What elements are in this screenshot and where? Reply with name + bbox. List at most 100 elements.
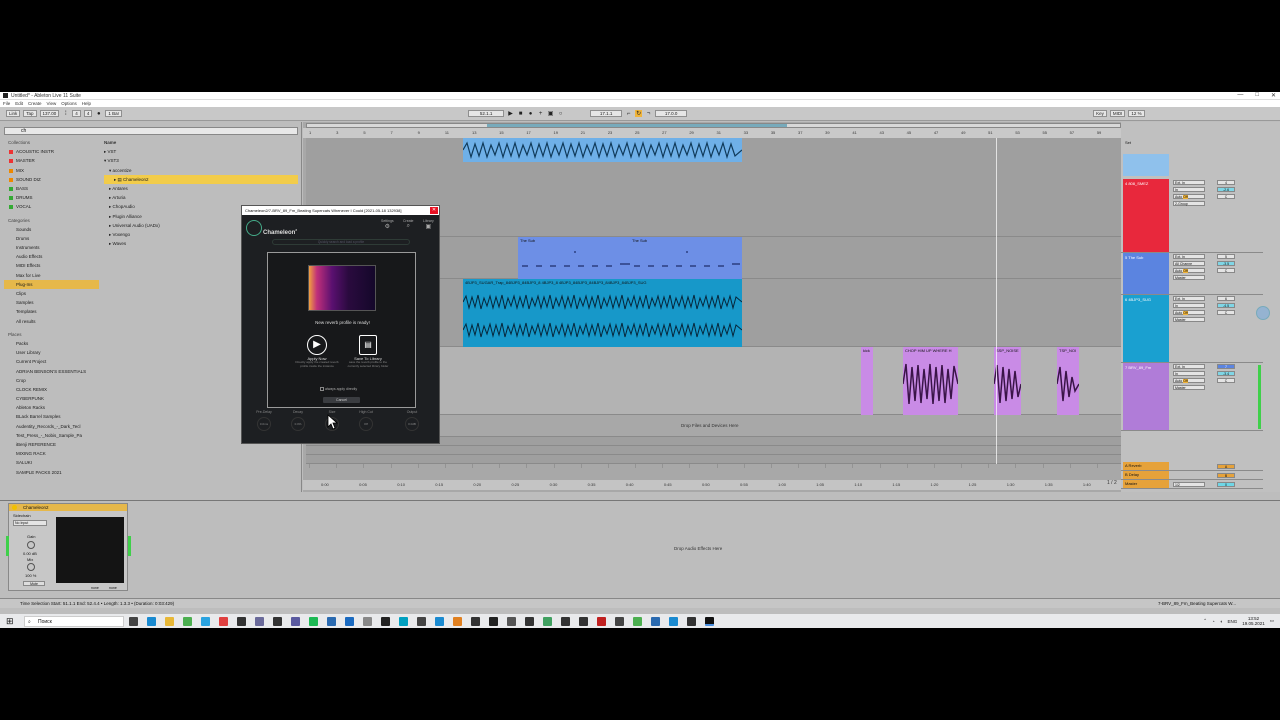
category-samples[interactable]: Samples — [4, 298, 99, 307]
app-icon[interactable] — [380, 616, 390, 626]
category-plug-ins[interactable]: Plug-Ins — [4, 279, 99, 289]
category-templates[interactable]: Templates — [4, 307, 99, 316]
time-ruler[interactable]: 0:00 0:05 0:10 0:15 0:20 0:25 0:30 0:35 0:40 0:45… — [303, 480, 1121, 490]
track-header[interactable]: A Reverb — [1123, 462, 1169, 470]
app-icon[interactable] — [596, 616, 606, 626]
app-icon[interactable] — [488, 616, 498, 626]
loop-switch-icon[interactable]: ↻ — [635, 110, 643, 117]
app-icon[interactable] — [452, 616, 462, 626]
place-item[interactable]: CLOCK REMIX — [4, 385, 99, 394]
ableton-icon[interactable] — [704, 616, 714, 626]
tempo-field[interactable]: 137.00 — [39, 110, 60, 117]
chrome-icon[interactable] — [182, 616, 192, 626]
input-channel[interactable]: In — [1173, 371, 1205, 376]
language-indicator[interactable]: ENG — [1227, 619, 1237, 624]
notification-icon[interactable]: ▭ — [1270, 618, 1274, 624]
scroll-handle-icon[interactable] — [1256, 306, 1270, 320]
app-icon[interactable] — [272, 616, 282, 626]
app-icon[interactable] — [290, 616, 300, 626]
app-icon[interactable] — [650, 616, 660, 626]
nav-library[interactable]: Library ▣ — [423, 219, 434, 230]
track-pan[interactable]: C — [1217, 310, 1235, 315]
place-item[interactable]: Packs — [4, 339, 99, 348]
app-icon[interactable] — [560, 616, 570, 626]
minimize-button[interactable]: — — [1237, 92, 1243, 99]
audio-clip-ssp-noise[interactable]: SSP_NOISE — [994, 347, 1021, 415]
app-icon[interactable] — [398, 616, 408, 626]
track-header[interactable]: 5 The Sub — [1123, 253, 1169, 294]
telegram-icon[interactable] — [200, 616, 210, 626]
app-icon[interactable] — [542, 616, 552, 626]
monitor-select[interactable]: Auto Off — [1173, 194, 1205, 199]
mix-knob[interactable] — [27, 563, 35, 571]
track-header[interactable]: 7 BRV_89_Fm — [1123, 363, 1169, 430]
knob-predelay[interactable]: Pre-Delay 0.0ms — [252, 410, 276, 431]
input-type[interactable]: Ext. In — [1173, 364, 1205, 369]
edge-icon[interactable] — [668, 616, 678, 626]
track-volume[interactable]: -3.5 — [1217, 261, 1235, 266]
power-icon[interactable] — [12, 505, 17, 510]
automation-arm-icon[interactable]: ▣ — [547, 110, 554, 117]
monitor-select[interactable]: Auto Off — [1173, 310, 1205, 315]
plugin-chameleon2[interactable]: ▸ ▤ Chameleon2 — [104, 174, 298, 184]
sidechain-input[interactable]: No Input — [13, 520, 47, 526]
place-item[interactable]: MIXING RACK — [4, 449, 99, 458]
audio-clip-drums[interactable]: 4BJP3_SUGAR_Trap_84BJP3_84BJP3_8 4BJP3_8… — [463, 279, 742, 347]
track-header[interactable]: 4 808_SMEZ — [1123, 179, 1169, 252]
place-item[interactable]: Test_Press_-_Nobis_Sample_Pa — [4, 431, 99, 440]
place-item[interactable]: Ableton Racks — [4, 403, 99, 412]
category-audio-effects[interactable]: Audio Effects — [4, 252, 99, 261]
place-item[interactable]: BLack Barrel Samples — [4, 412, 99, 421]
input-type[interactable]: Ext. In — [1173, 296, 1205, 301]
collection-item[interactable]: MASTER — [4, 156, 99, 165]
input-channel[interactable]: In — [1173, 187, 1205, 192]
cancel-button[interactable]: Cancel — [323, 397, 360, 403]
time-sig-numerator[interactable]: 4 — [72, 110, 81, 117]
collection-item[interactable]: SOUND DIZ — [4, 175, 99, 184]
app-icon[interactable] — [326, 616, 336, 626]
master-output[interactable]: 1/2 — [1173, 482, 1205, 487]
clock[interactable]: 13:52 19.05.2021 — [1242, 616, 1265, 626]
menu-create[interactable]: Create — [28, 101, 42, 106]
play-icon[interactable]: ▶ — [507, 110, 514, 117]
edge-icon[interactable] — [146, 616, 156, 626]
app-icon[interactable] — [416, 616, 426, 626]
blank-track-clip[interactable] — [1123, 154, 1169, 176]
network-icon[interactable]: ◔ — [1212, 619, 1215, 624]
place-item[interactable]: User Library — [4, 348, 99, 357]
app-icon[interactable] — [506, 616, 516, 626]
key-map-button[interactable]: Key — [1093, 110, 1107, 117]
link-button[interactable]: Link — [6, 110, 21, 117]
mail-icon[interactable] — [344, 616, 354, 626]
device-header[interactable]: Chameleon2 — [9, 504, 127, 511]
menu-options[interactable]: Options — [61, 101, 77, 106]
output-select[interactable]: Master — [1173, 317, 1205, 322]
place-item[interactable]: iBenji REFERENCE — [4, 440, 99, 449]
collection-item[interactable]: DRUMS — [4, 193, 99, 202]
master-lane[interactable] — [306, 455, 1121, 464]
knob-output[interactable]: Output 0.0dB — [400, 410, 424, 431]
menu-help[interactable]: Help — [82, 101, 91, 106]
audio-clip-808[interactable] — [463, 138, 742, 162]
loop-start-field[interactable]: 17.1.1 — [590, 110, 623, 117]
track-header[interactable]: B Delay — [1123, 471, 1169, 479]
plugin-close-button[interactable]: ✕ — [430, 207, 438, 214]
device-select-right[interactable]: none — [109, 586, 117, 590]
category-instruments[interactable]: Instruments — [4, 243, 99, 252]
taskbar-search-input[interactable]: ⌕ Поиск — [24, 615, 124, 627]
place-item[interactable]: Audentity_Records_-_Dark_Tecl — [4, 422, 99, 431]
plugin-preview[interactable] — [56, 517, 124, 583]
chrome-icon[interactable] — [632, 616, 642, 626]
menu-edit[interactable]: Edit — [15, 101, 23, 106]
track-pan[interactable]: C — [1217, 194, 1235, 199]
punch-out-icon[interactable]: ¬ — [645, 110, 652, 117]
quantize-select[interactable]: 1 Bar — [105, 110, 123, 117]
app-icon[interactable] — [218, 616, 228, 626]
track-pan[interactable]: C — [1217, 268, 1235, 273]
output-select[interactable]: Master — [1173, 385, 1205, 390]
overdub-icon[interactable]: + — [537, 110, 544, 117]
track-volume[interactable]: -4.5 — [1217, 303, 1235, 308]
place-item[interactable]: SALUKI — [4, 458, 99, 467]
loop-icon[interactable]: ○ — [557, 110, 564, 117]
category-sounds[interactable]: Sounds — [4, 225, 99, 234]
